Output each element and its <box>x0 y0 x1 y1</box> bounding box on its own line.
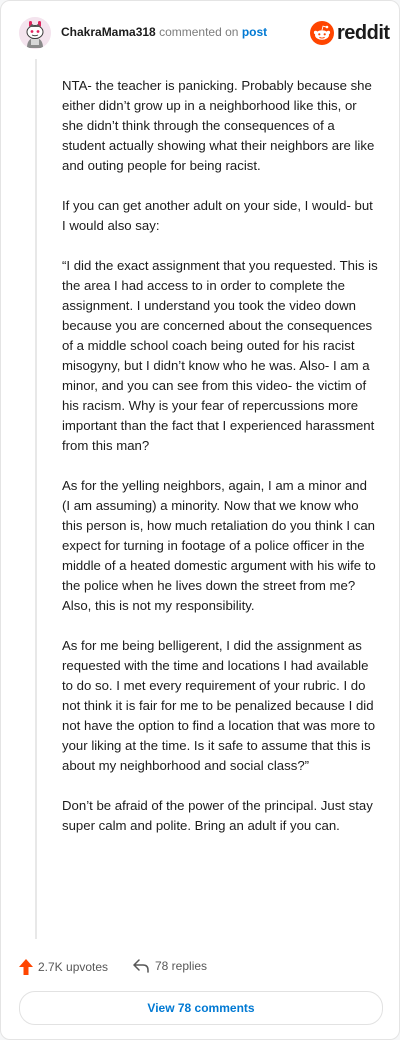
comment-header: ChakraMama318 commented on post reddit <box>19 17 390 51</box>
reply-count: 78 replies <box>155 959 208 973</box>
comment-body: NTA- the teacher is panicking. Probably … <box>62 76 378 856</box>
comment-paragraph: Don’t be afraid of the power of the prin… <box>62 798 373 833</box>
reply-arrow-icon <box>133 959 149 973</box>
view-comments-button[interactable]: View 78 comments <box>19 991 383 1025</box>
comment-card: ChakraMama318 commented on post reddit N… <box>0 0 400 1040</box>
upvote-arrow-icon <box>19 959 33 975</box>
header-text: ChakraMama318 commented on post <box>61 25 267 39</box>
comment-paragraph: As for me being belligerent, I did the a… <box>62 638 376 773</box>
reddit-snoo-icon <box>310 21 334 45</box>
thread-line[interactable] <box>35 59 37 939</box>
snoo-avatar-icon <box>19 17 51 49</box>
commented-on-text: commented on <box>159 25 239 39</box>
upvote-count: 2.7K upvotes <box>38 960 109 974</box>
post-link[interactable]: post <box>242 25 267 39</box>
username[interactable]: ChakraMama318 <box>61 25 156 39</box>
reddit-wordmark: reddit <box>337 22 390 44</box>
reddit-logo[interactable]: reddit <box>310 21 390 47</box>
replies-button[interactable]: 78 replies <box>133 959 207 973</box>
comment-paragraph: “I did the exact assignment that you req… <box>62 258 378 453</box>
comment-paragraph: As for the yelling neighbors, again, I a… <box>62 478 376 613</box>
upvote-button[interactable]: 2.7K upvotes <box>19 959 108 975</box>
comment-paragraph: If you can get another adult on your sid… <box>62 198 373 233</box>
comment-paragraph: NTA- the teacher is panicking. Probably … <box>62 78 375 173</box>
avatar[interactable] <box>19 17 51 49</box>
